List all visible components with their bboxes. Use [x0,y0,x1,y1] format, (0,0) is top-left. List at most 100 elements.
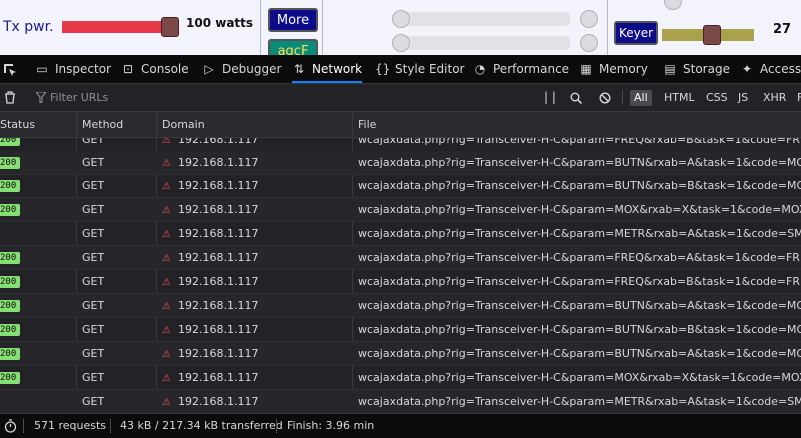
status-badge: 200 [0,180,20,192]
filter-all[interactable]: All [630,90,652,106]
grey-slider[interactable] [400,12,570,26]
request-file: wcajaxdata.php?rig=Transceiver-H-C&param… [358,371,801,384]
table-row[interactable]: GET ⚠ 192.168.1.117 wcajaxdata.php?rig=Tr… [0,390,801,413]
filter-fonts[interactable]: F [793,90,801,106]
request-method: GET [82,395,105,408]
table-row[interactable]: 200 GET ⚠ 192.168.1.117 wcajaxdata.php?ri… [0,174,801,198]
table-row[interactable]: 200 GET ⚠ 192.168.1.117 wcajaxdata.php?ri… [0,246,801,270]
request-domain: ⚠ 192.168.1.117 [162,222,258,246]
grey-slider-knob[interactable] [392,34,410,52]
tx-power-slider[interactable] [62,21,166,33]
agc-button[interactable]: agcF [268,39,318,55]
search-icon[interactable] [570,84,583,111]
table-row[interactable]: 200 GET ⚠ 192.168.1.117 wcajaxdata.php?ri… [0,342,801,366]
table-row[interactable]: 200 GET ⚠ 192.168.1.117 wcajaxdata.php?ri… [0,294,801,318]
grey-slider-knob[interactable] [580,34,598,52]
filter-css[interactable]: CSS [702,90,732,106]
stopwatch-icon[interactable] [4,414,17,438]
grey-slider[interactable] [400,36,570,50]
trash-icon[interactable] [4,84,16,111]
keyer-speed-slider-thumb[interactable] [703,25,721,45]
radio-control-app: Tx pwr. 100 watts More agcF Keyer 27 [0,0,801,55]
insecure-connection-icon: ⚠ [162,229,171,240]
table-row[interactable]: 200 GET ⚠ 192.168.1.117 wcajaxdata.php?ri… [0,151,801,175]
request-domain: ⚠ 192.168.1.117 [162,366,258,390]
filter-xhr[interactable]: XHR [759,90,790,106]
filter-icon [34,84,48,111]
tab-performance[interactable]: ◔ Performance [473,55,569,83]
devtools-panel: ▭ Inspector ⊡ Console ▷ Debugger ⇅ Network {… [0,55,801,438]
tx-power-value: 100 watts [186,16,254,30]
status-badge: 200 [0,204,20,216]
request-file: wcajaxdata.php?rig=Transceiver-H-C&param… [358,347,801,360]
tab-storage[interactable]: ▤ Storage [663,55,730,83]
table-row[interactable]: 200 GET ⚠ 192.168.1.117 wcajaxdata.php?ri… [0,198,801,222]
request-table-header: Status Method Domain File [0,112,801,138]
insecure-connection-icon: ⚠ [162,277,171,288]
insecure-connection-icon: ⚠ [162,205,171,216]
column-status[interactable]: Status [0,112,35,137]
request-domain: ⚠ 192.168.1.117 [162,138,258,152]
column-domain[interactable]: Domain [162,112,205,137]
accessibility-icon: ✦ [741,62,753,76]
table-row[interactable]: 200 GET ⚠ 192.168.1.117 wcajaxdata.php?ri… [0,318,801,342]
status-divider [110,419,111,433]
grey-slider-knob[interactable] [392,10,410,28]
block-icon[interactable] [599,84,611,111]
tab-accessibility[interactable]: ✦ Accessi [740,55,801,83]
request-file: wcajaxdata.php?rig=Transceiver-H-C&param… [358,323,801,336]
status-badge: 200 [0,138,20,146]
more-button[interactable]: More [268,8,318,32]
request-method: GET [82,299,105,312]
request-method: GET [82,323,105,336]
tab-console[interactable]: ⊡ Console [121,55,189,83]
tab-debugger[interactable]: ▷ Debugger [202,55,281,83]
status-badge: 200 [0,300,20,312]
request-file: wcajaxdata.php?rig=Transceiver-H-C&param… [358,299,801,312]
request-list: 200 GET ⚠ 192.168.1.117 wcajaxdata.php?ri… [0,138,801,413]
request-file: wcajaxdata.php?rig=Transceiver-H-C&param… [358,203,801,216]
request-domain: ⚠ 192.168.1.117 [162,174,258,198]
pause-icon[interactable]: | | [544,84,556,111]
request-method: GET [82,203,105,216]
devtools-tab-bar: ▭ Inspector ⊡ Console ▷ Debugger ⇅ Network {… [0,55,801,84]
table-row[interactable]: GET ⚠ 192.168.1.117 wcajaxdata.php?rig=Tr… [0,222,801,246]
filter-html[interactable]: HTML [660,90,699,106]
filter-js[interactable]: JS [734,90,752,106]
storage-icon: ▤ [664,62,676,76]
tab-memory[interactable]: ▦ Memory [579,55,647,83]
insecure-connection-icon: ⚠ [162,397,171,408]
table-row[interactable]: 200 GET ⚠ 192.168.1.117 wcajaxdata.php?ri… [0,366,801,390]
status-divider [23,419,24,433]
network-icon: ⇅ [293,62,305,76]
tab-inspector[interactable]: ▭ Inspector [35,55,111,83]
panel-divider [260,0,261,55]
request-file: wcajaxdata.php?rig=Transceiver-H-C&param… [358,156,801,169]
tx-power-slider-thumb[interactable] [161,17,179,37]
request-file: wcajaxdata.php?rig=Transceiver-H-C&param… [358,275,801,288]
request-file: wcajaxdata.php?rig=Transceiver-H-C&param… [358,227,801,240]
request-count: 571 requests [34,419,107,432]
filter-urls-input[interactable]: Filter URLs [50,84,108,111]
insecure-connection-icon: ⚠ [162,373,171,384]
grey-slider-knob[interactable] [580,10,598,28]
tab-network[interactable]: ⇅ Network [292,55,363,83]
panel-divider [322,0,323,55]
pick-element-icon[interactable] [2,55,18,83]
performance-icon: ◔ [474,62,486,76]
column-method[interactable]: Method [82,112,123,137]
grey-slider-knob[interactable] [664,0,682,10]
table-row[interactable]: 200 GET ⚠ 192.168.1.117 wcajaxdata.php?ri… [0,270,801,294]
request-domain: ⚠ 192.168.1.117 [162,342,258,366]
request-method: GET [82,138,105,146]
insecure-connection-icon: ⚠ [162,253,171,264]
insecure-connection-icon: ⚠ [162,349,171,360]
request-file: wcajaxdata.php?rig=Transceiver-H-C&param… [358,138,801,146]
finish-time: Finish: 3.96 min [287,419,375,432]
keyer-button[interactable]: Keyer [614,21,658,45]
tab-style-editor[interactable]: {} Style Editor [375,55,464,83]
network-status-bar: 571 requests 43 kB / 217.34 kB transferr… [0,413,801,438]
insecure-connection-icon: ⚠ [162,138,171,146]
table-row[interactable]: 200 GET ⚠ 192.168.1.117 wcajaxdata.php?ri… [0,138,801,152]
column-file[interactable]: File [358,112,376,137]
